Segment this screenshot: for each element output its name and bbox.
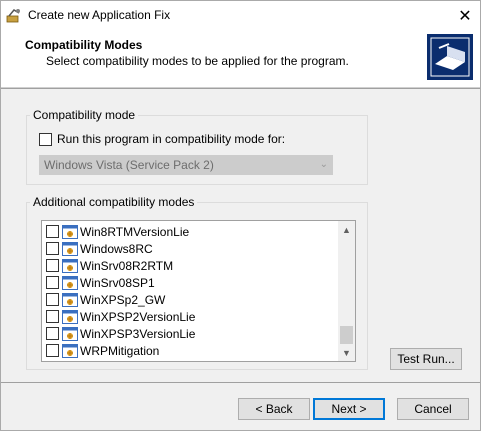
os-version-select: Windows Vista (Service Pack 2) ⌄ bbox=[39, 155, 333, 175]
chevron-down-icon: ⌄ bbox=[319, 159, 328, 170]
list-item-checkbox[interactable] bbox=[46, 276, 59, 289]
compat-fix-icon bbox=[62, 292, 78, 307]
compat-mode-checkbox-row[interactable]: Run this program in compatibility mode f… bbox=[39, 132, 285, 146]
list-item-label: WinSrv08SP1 bbox=[80, 275, 155, 290]
os-version-selected: Windows Vista (Service Pack 2) bbox=[44, 158, 214, 172]
list-item[interactable]: WRPMitigation bbox=[42, 342, 338, 359]
compat-fix-icon bbox=[62, 275, 78, 290]
close-icon: ✕ bbox=[458, 7, 472, 25]
title-bar: Create new Application Fix ✕ bbox=[1, 1, 480, 30]
list-item[interactable]: WinSrv08SP1 bbox=[42, 274, 338, 291]
cancel-button[interactable]: Cancel bbox=[397, 398, 469, 420]
additional-modes-group-label: Additional compatibility modes bbox=[30, 195, 198, 209]
list-item-checkbox[interactable] bbox=[46, 242, 59, 255]
list-item[interactable]: WinXPSP3VersionLie bbox=[42, 325, 338, 342]
app-fix-icon bbox=[6, 9, 20, 23]
test-run-button[interactable]: Test Run... bbox=[390, 348, 462, 370]
list-item-checkbox[interactable] bbox=[46, 225, 59, 238]
list-item-label: WRPMitigation bbox=[80, 343, 160, 358]
list-item[interactable]: Windows8RC bbox=[42, 240, 338, 257]
list-item-checkbox[interactable] bbox=[46, 327, 59, 340]
scrollbar-thumb[interactable] bbox=[340, 326, 353, 344]
back-button[interactable]: < Back bbox=[238, 398, 310, 420]
compat-mode-checkbox[interactable] bbox=[39, 132, 52, 146]
page-subtitle: Select compatibility modes to be applied… bbox=[46, 54, 349, 68]
compat-fix-icon bbox=[62, 224, 78, 239]
page-title: Compatibility Modes bbox=[25, 38, 143, 52]
list-scrollbar[interactable]: ▲ ▼ bbox=[338, 221, 355, 361]
compat-fix-icon bbox=[62, 309, 78, 324]
wizard-banner-icon bbox=[427, 34, 473, 80]
list-item[interactable]: WinXPSP2VersionLie bbox=[42, 308, 338, 325]
additional-modes-items: Win8RTMVersionLie Windows8RC WinSrv08R2RTM… bbox=[42, 223, 338, 359]
list-item-label: WinXPSP3VersionLie bbox=[80, 326, 196, 341]
compat-fix-icon bbox=[62, 343, 78, 358]
wizard-header: Compatibility Modes Select compatibility… bbox=[1, 30, 480, 88]
list-item-checkbox[interactable] bbox=[46, 310, 59, 323]
scroll-down-icon[interactable]: ▼ bbox=[338, 344, 355, 361]
additional-modes-list[interactable]: Win8RTMVersionLie Windows8RC WinSrv08R2RTM… bbox=[41, 220, 356, 362]
list-item-checkbox[interactable] bbox=[46, 344, 59, 357]
list-item-label: WinXPSp2_GW bbox=[80, 292, 166, 307]
window-title: Create new Application Fix bbox=[28, 8, 171, 22]
list-item-checkbox[interactable] bbox=[46, 293, 59, 306]
list-item-label: WinSrv08R2RTM bbox=[80, 258, 174, 273]
close-button[interactable]: ✕ bbox=[450, 1, 480, 30]
list-item-checkbox[interactable] bbox=[46, 259, 59, 272]
footer-separator bbox=[1, 382, 480, 383]
list-item[interactable]: WinXPSp2_GW bbox=[42, 291, 338, 308]
dialog-window: Create new Application Fix ✕ Compatibili… bbox=[0, 0, 481, 431]
scroll-up-icon[interactable]: ▲ bbox=[338, 221, 355, 238]
compat-mode-checkbox-label: Run this program in compatibility mode f… bbox=[57, 132, 286, 146]
list-item-label: Win8RTMVersionLie bbox=[80, 224, 190, 239]
list-item-label: Windows8RC bbox=[80, 241, 153, 256]
list-item[interactable]: Win8RTMVersionLie bbox=[42, 223, 338, 240]
compat-fix-icon bbox=[62, 258, 78, 273]
list-item[interactable]: WinSrv08R2RTM bbox=[42, 257, 338, 274]
header-separator bbox=[1, 88, 480, 89]
next-button[interactable]: Next > bbox=[313, 398, 385, 420]
compat-mode-group-label: Compatibility mode bbox=[30, 108, 139, 122]
compat-fix-icon bbox=[62, 241, 78, 256]
list-item-label: WinXPSP2VersionLie bbox=[80, 309, 196, 324]
compat-fix-icon bbox=[62, 326, 78, 341]
